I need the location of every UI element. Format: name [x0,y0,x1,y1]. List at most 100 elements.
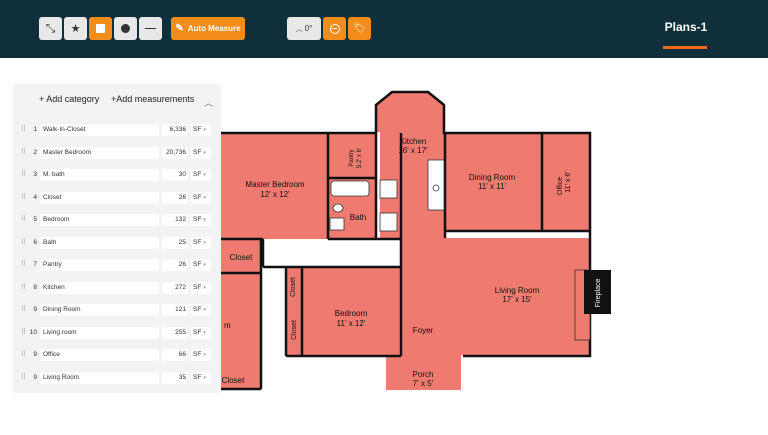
unit-select[interactable]: SF ▾ [191,304,211,316]
measurement-row[interactable]: ⠿ 2 Master Bedroom 20,736 SF ▾ [13,146,221,160]
label-porch-size: 7' x 5' [413,379,434,388]
row-number: 9 [33,373,37,381]
measurement-name-field[interactable]: Master Bedroom [40,146,159,159]
tag-icon: 🏷 [353,23,366,34]
label-office-size: 11' x 6' [565,171,572,192]
row-number: 2 [33,148,37,156]
line-tool-button[interactable] [139,17,162,40]
measurements-panel: + Add category +Add measurements ︿ ⠿ 1 Wal… [13,84,221,393]
auto-measure-button[interactable]: ✎ Auto Measure [171,17,245,40]
rotation-control[interactable]: ︿ 0° [287,17,321,40]
measurement-value-field[interactable]: 26 [162,259,188,271]
label-closet-vertical-2: Closet [291,320,298,340]
chevron-down-icon: ▾ [203,194,206,201]
measurement-row[interactable]: ⠿ 3 M. bath 30 SF ▾ [13,168,221,182]
unit-label: SF [193,283,202,291]
measurement-name-field[interactable]: Kitchen [40,281,159,294]
unit-select[interactable]: SF ▾ [191,124,211,136]
measurement-name-field[interactable]: Pantry [40,259,159,271]
unit-select[interactable]: SF ▾ [191,191,211,204]
unit-label: SF [193,148,202,156]
minus-circle-icon [329,23,340,34]
chevron-down-icon: ▾ [203,127,206,133]
measurement-value-field[interactable]: 26 [162,191,188,204]
unit-select[interactable]: SF ▾ [191,371,211,384]
measurement-name-field[interactable]: Closet [40,191,159,204]
label-closet-top: Closet [230,253,253,262]
line-tool-icon [145,27,156,30]
measurement-row[interactable]: ⠿ 6 Bath 25 SF ▾ [13,236,221,250]
row-number: 10 [29,328,37,336]
chevron-down-icon: ▾ [203,149,206,156]
measurement-row[interactable]: ⠿ 1 Walk-In-Closet 6,336 SF ▾ [13,123,221,137]
tag-button[interactable]: 🏷 [348,17,371,40]
label-pantry: Pantry [349,149,355,166]
collapse-tool-button[interactable]: ⤡ [39,17,62,40]
label-pantry-size: 5.2' x 6' [357,148,363,168]
measurement-row[interactable]: ⠿ 8 Kitchen 272 SF ▾ [13,281,221,295]
measurement-name-field[interactable]: Dining Room [40,304,159,316]
unit-select[interactable]: SF ▾ [191,236,211,249]
label-master-bedroom-size: 12' x 12' [260,190,290,199]
add-category-button[interactable]: + Add category [39,94,99,104]
measurement-value-field[interactable]: 20,736 [162,146,188,159]
measurement-row[interactable]: ⠿ 5 Bedroom 132 SF ▾ [13,213,221,227]
measurement-value-field[interactable]: 6,336 [162,124,188,136]
chevron-up-icon[interactable]: ︿ [204,96,213,109]
measurement-row[interactable]: ⠿ 9 Office 66 SF ▾ [13,348,221,362]
label-master-bedroom: Master Bedroom [245,180,304,189]
unit-select[interactable]: SF ▾ [191,349,211,361]
unit-label: SF [193,216,202,223]
chevron-down-icon: ▾ [203,284,206,291]
measurement-name-field[interactable]: Living room [40,326,159,339]
minus-circle-button[interactable] [323,17,346,40]
measurement-row[interactable]: ⠿ 4 Closet 26 SF ▾ [13,191,221,205]
unit-label: SF [193,126,202,133]
chevron-down-icon: ▾ [203,329,206,336]
row-number: 8 [33,283,37,291]
measurement-row[interactable]: ⠿ 10 Living room 255 SF ▾ [13,326,221,340]
label-bedroom: Bedroom [335,309,368,318]
measurement-value-field[interactable]: 66 [162,349,188,361]
unit-label: SF [193,193,202,201]
measurement-value-field[interactable]: 272 [162,281,188,294]
measurement-value-field[interactable]: 121 [162,304,188,316]
label-closet-vertical-1: Closet [290,277,297,297]
rectangle-tool-button[interactable] [89,17,112,40]
unit-select[interactable]: SF ▾ [191,146,211,159]
chevron-down-icon: ▾ [203,262,206,268]
unit-label: SF [193,373,202,381]
measurement-row[interactable]: ⠿ 7 Pantry 26 SF ▾ [13,258,221,272]
measurement-name-field[interactable]: Living Room [40,371,159,384]
favorite-tool-button[interactable]: ★ [64,17,87,40]
unit-select[interactable]: SF ▾ [191,214,211,226]
measurement-name-field[interactable]: M. bath [40,169,159,181]
circle-tool-icon [121,24,130,33]
row-number: 3 [33,171,37,178]
unit-label: SF [193,261,202,268]
measurement-name-field[interactable]: Bath [40,236,159,249]
measurement-name-field[interactable]: Office [40,349,159,361]
row-number: 7 [33,261,37,268]
measurement-value-field[interactable]: 25 [162,236,188,249]
circle-tool-button[interactable] [114,17,137,40]
unit-select[interactable]: SF ▾ [191,326,211,339]
tab-plans-1[interactable]: Plans-1 [661,20,711,34]
label-living-room-size: 17' x 15' [502,295,532,304]
measurement-name-field[interactable]: Walk-In-Closet [40,124,159,136]
measurement-name-field[interactable]: Bedroom [40,214,159,226]
unit-select[interactable]: SF ▾ [191,169,211,181]
unit-select[interactable]: SF ▾ [191,281,211,294]
measurement-row[interactable]: ⠿ 9 Living Room 35 SF ▾ [13,371,221,385]
row-number: 9 [33,351,37,358]
unit-select[interactable]: SF ▾ [191,259,211,271]
measurement-value-field[interactable]: 255 [162,326,188,339]
measurement-value-field[interactable]: 132 [162,214,188,226]
measurement-row[interactable]: ⠿ 9 Dining Room 121 SF ▾ [13,303,221,317]
label-porch: Porch [413,370,434,379]
measurement-value-field[interactable]: 30 [162,169,188,181]
label-living-room: Living Room [495,286,540,295]
add-measurements-button[interactable]: +Add measurements [111,94,194,104]
chevron-down-icon: ▾ [203,172,206,178]
measurement-value-field[interactable]: 35 [162,371,188,384]
